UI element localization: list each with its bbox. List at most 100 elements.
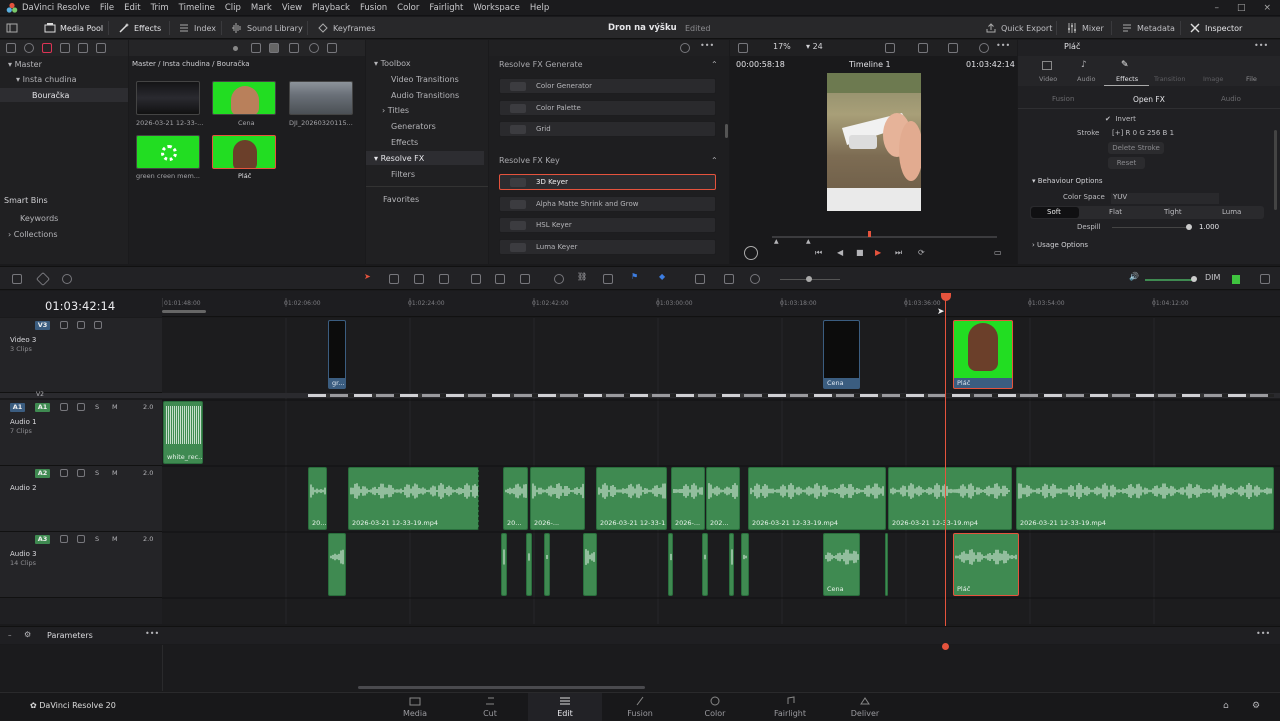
inspector-scrollbar[interactable]	[1274, 130, 1277, 210]
audio-clip[interactable]: 2026-03-21 12-33-19.mp4	[888, 467, 1012, 530]
track-header-a1[interactable]: A1 A1 S M 2.0 Audio 1 7 Clips	[0, 400, 162, 466]
auto-select-icon[interactable]	[77, 469, 85, 477]
zoom-slider-knob[interactable]	[806, 276, 812, 282]
flag-icon[interactable]: ⚑	[631, 272, 638, 281]
skip-forward-icon[interactable]: ⏭	[895, 248, 902, 258]
page-fusion[interactable]: Fusion	[603, 693, 677, 721]
insert-clip-icon[interactable]	[471, 274, 481, 284]
marker-icon[interactable]: ◆	[659, 272, 665, 281]
track-header-a2[interactable]: A2 S M 2.0 Audio 2	[0, 466, 162, 532]
sound-library-button[interactable]: Sound Library	[231, 17, 303, 39]
frame-rate[interactable]: ▾ 24	[806, 42, 823, 51]
track-header-v3[interactable]: V3 Video 3 3 Clips	[0, 318, 162, 393]
selection-tool-icon[interactable]: ➤	[364, 272, 371, 281]
more-options-icon[interactable]: •••	[1256, 629, 1270, 638]
replace-clip-icon[interactable]	[520, 274, 530, 284]
overwrite-clip-icon[interactable]	[495, 274, 505, 284]
mini-playhead[interactable]	[942, 643, 949, 650]
mixer-button[interactable]: Mixer	[1066, 17, 1104, 39]
collapse-icon[interactable]: ⌃	[711, 60, 718, 69]
zoom-detail-icon[interactable]	[724, 274, 734, 284]
fx-color-generator[interactable]: Color Generator	[499, 78, 716, 94]
audio-clip[interactable]: 2026-03-21 12-33-19.mp4	[348, 467, 479, 530]
search-icon[interactable]	[680, 43, 690, 53]
trim-tool-icon[interactable]	[389, 274, 399, 284]
menu-workspace[interactable]: Workspace	[473, 3, 519, 13]
more-options-icon[interactable]: •••	[145, 629, 159, 638]
sort-icon[interactable]	[327, 43, 337, 53]
edit-point[interactable]	[478, 467, 479, 530]
video-clip-selected[interactable]: Pláč	[953, 320, 1013, 389]
tab-effects[interactable]: Effects	[1116, 75, 1138, 83]
list-icon[interactable]	[96, 43, 106, 53]
menu-fairlight[interactable]: Fairlight	[429, 3, 463, 13]
tab-audio[interactable]: Audio	[1077, 75, 1095, 83]
audio-clip[interactable]: 2026-03-21 12-33-19.mp4	[748, 467, 886, 530]
minimize-button[interactable]: –	[1214, 3, 1219, 13]
audio-clip[interactable]: 2026-03-21 12-33-1...	[596, 467, 667, 530]
record-icon[interactable]	[42, 43, 52, 53]
audio-clip[interactable]	[328, 533, 346, 596]
bin-icon[interactable]	[24, 43, 34, 53]
toolbox-title[interactable]: ▾ Toolbox	[374, 59, 411, 68]
audio-clip[interactable]	[668, 533, 673, 596]
menu-playback[interactable]: Playback	[312, 3, 350, 13]
zoom-full-icon[interactable]	[695, 274, 705, 284]
fx-luma-keyer[interactable]: Luma Keyer	[499, 239, 716, 255]
menu-trim[interactable]: Trim	[151, 3, 169, 13]
quick-export-button[interactable]: Quick Export	[985, 17, 1052, 39]
toolbox-generators[interactable]: Generators	[391, 122, 436, 131]
despill-slider-track[interactable]	[1112, 227, 1190, 228]
stop-icon[interactable]: ■	[856, 248, 864, 257]
fx-grid[interactable]: Grid	[499, 121, 716, 137]
mode-flat[interactable]: Flat	[1109, 208, 1122, 216]
fx-3d-keyer[interactable]: 3D Keyer	[499, 174, 716, 190]
collapse-icon[interactable]: –	[8, 631, 12, 639]
zoom-custom-icon[interactable]	[750, 274, 760, 284]
audio-clip[interactable]	[583, 533, 597, 596]
page-fairlight[interactable]: Fairlight	[753, 693, 827, 721]
menu-mark[interactable]: Mark	[251, 3, 272, 13]
solo-button[interactable]: S	[95, 469, 99, 477]
media-pool-button[interactable]: Media Pool	[44, 17, 103, 39]
fx-color-palette[interactable]: Color Palette	[499, 100, 716, 116]
mode-tight[interactable]: Tight	[1164, 208, 1182, 216]
delete-stroke-button[interactable]: Delete Stroke	[1108, 142, 1164, 154]
fx-alpha-matte[interactable]: Alpha Matte Shrink and Grow	[499, 196, 716, 212]
invert-checkbox[interactable]: ✔ Invert	[1105, 115, 1136, 123]
timeline-ruler[interactable]: 01:01:48:00 01:02:06:00 01:02:24:00 01:0…	[162, 291, 1280, 317]
skip-back-icon[interactable]: ⏮	[815, 248, 822, 258]
layout-icon[interactable]	[12, 274, 22, 284]
track-badge[interactable]: A2	[35, 469, 50, 478]
menu-timeline[interactable]: Timeline	[179, 3, 215, 13]
audio-clip[interactable]: 2026-03-21 12-33-19.mp4	[1016, 467, 1274, 530]
index-button[interactable]: Index	[178, 17, 216, 39]
audio-clip[interactable]: 2026-...	[530, 467, 585, 530]
fullscreen-icon[interactable]	[948, 43, 958, 53]
behaviour-options-header[interactable]: ▾ Behaviour Options	[1032, 177, 1103, 185]
collapse-icon[interactable]: ⌃	[711, 156, 718, 165]
match-frame-icon[interactable]: ▭	[994, 248, 1002, 257]
clip-thumb-green-screen[interactable]	[136, 135, 200, 169]
toolbox-titles[interactable]: › Titles	[382, 106, 409, 115]
grid-icon[interactable]	[60, 43, 70, 53]
mute-button[interactable]: M	[112, 535, 118, 543]
effects-button[interactable]: Effects	[118, 17, 161, 39]
clip-thumb-dark[interactable]	[136, 81, 200, 115]
link-icon[interactable]: ⛓	[577, 272, 587, 281]
panel-toggle-icon[interactable]	[6, 17, 18, 39]
zoom-level[interactable]: 17%	[773, 42, 791, 51]
timeline-scrollbar[interactable]	[358, 686, 645, 689]
view-options-icon[interactable]	[918, 43, 928, 53]
lock-icon[interactable]	[603, 274, 613, 284]
mode-luma[interactable]: Luma	[1222, 208, 1241, 216]
page-edit[interactable]: Edit	[528, 693, 602, 721]
video-preview[interactable]	[827, 73, 921, 211]
stroke-value[interactable]: [+] R 0 G 256 B 1	[1112, 129, 1174, 137]
menu-fusion[interactable]: Fusion	[360, 3, 387, 13]
audio-clip[interactable]	[741, 533, 749, 596]
effects-scrollbar[interactable]	[725, 124, 728, 138]
despill-value[interactable]: 1.000	[1199, 223, 1219, 231]
smart-bin-keywords[interactable]: Keywords	[20, 214, 58, 223]
lock-icon[interactable]	[60, 403, 68, 411]
